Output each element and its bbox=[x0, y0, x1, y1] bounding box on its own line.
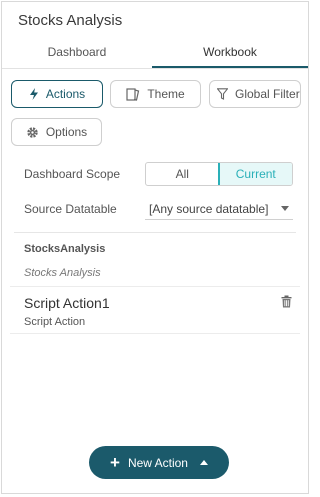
theme-button[interactable]: Theme bbox=[110, 80, 201, 108]
source-datatable-label: Source Datatable bbox=[24, 202, 117, 216]
tab-bar: Dashboard Workbook bbox=[2, 42, 308, 68]
theme-book-icon bbox=[126, 87, 140, 101]
options-button-label: Options bbox=[45, 125, 88, 139]
new-action-button[interactable]: + New Action bbox=[89, 446, 229, 479]
action-name: Script Action1 bbox=[24, 295, 110, 311]
tab-workbook[interactable]: Workbook bbox=[152, 42, 308, 68]
plus-icon: + bbox=[110, 453, 120, 472]
source-datatable-select[interactable]: [Any source datatable] bbox=[145, 198, 293, 220]
global-filter-button[interactable]: Global Filter bbox=[209, 80, 301, 108]
dashboard-scope-label: Dashboard Scope bbox=[24, 167, 121, 181]
chevron-down-icon bbox=[281, 206, 289, 211]
action-list-item[interactable]: Script Action1 Script Action bbox=[10, 286, 300, 334]
new-action-label: New Action bbox=[127, 455, 188, 470]
dashboard-scope-toggle: All Current bbox=[145, 162, 293, 186]
actions-button-label: Actions bbox=[45, 87, 86, 101]
theme-button-label: Theme bbox=[147, 87, 185, 101]
tab-divider bbox=[2, 68, 308, 69]
source-datatable-value: [Any source datatable] bbox=[149, 202, 269, 216]
actions-button[interactable]: Actions bbox=[11, 80, 103, 108]
lightning-icon bbox=[29, 88, 38, 100]
global-filter-button-label: Global Filter bbox=[235, 87, 300, 101]
options-button[interactable]: Options bbox=[11, 118, 102, 146]
gear-icon bbox=[27, 126, 38, 138]
trash-icon[interactable] bbox=[281, 295, 292, 308]
tab-dashboard[interactable]: Dashboard bbox=[2, 42, 152, 68]
action-type: Script Action bbox=[24, 316, 86, 328]
scope-all-option[interactable]: All bbox=[146, 163, 219, 185]
filter-icon bbox=[217, 88, 228, 100]
panel-title: Stocks Analysis bbox=[18, 12, 123, 29]
workbook-panel: Stocks Analysis Dashboard Workbook Actio… bbox=[1, 1, 309, 494]
caret-up-icon bbox=[199, 460, 208, 465]
group-subtitle: Stocks Analysis bbox=[24, 267, 101, 279]
scope-current-option[interactable]: Current bbox=[217, 163, 292, 185]
section-divider bbox=[14, 232, 296, 233]
group-title: StocksAnalysis bbox=[24, 243, 106, 255]
